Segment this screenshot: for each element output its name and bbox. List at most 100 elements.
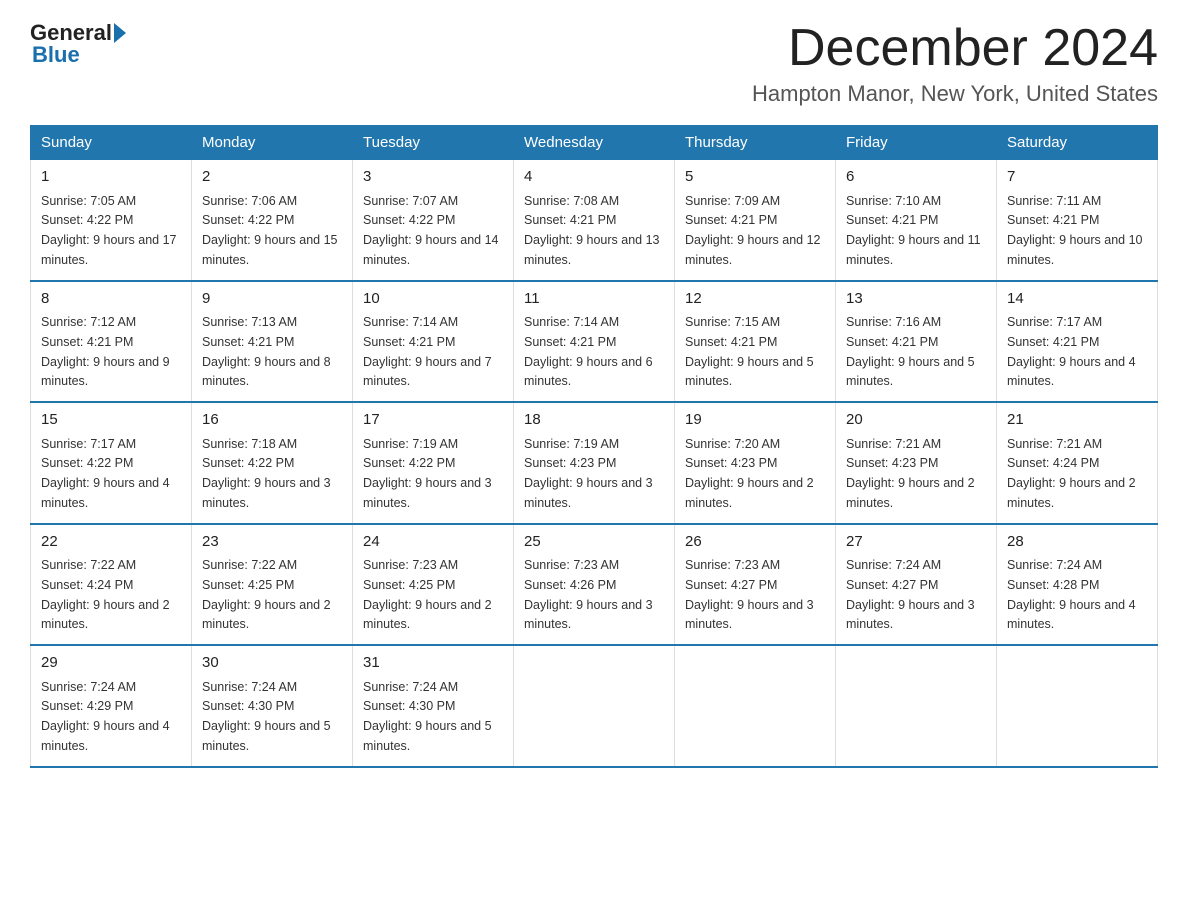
day-number: 5 [685, 166, 825, 189]
day-number: 4 [524, 166, 664, 189]
calendar-cell: 5 Sunrise: 7:09 AMSunset: 4:21 PMDaylight… [675, 160, 836, 281]
calendar-header-row: SundayMondayTuesdayWednesdayThursdayFrid… [31, 126, 1158, 160]
day-info: Sunrise: 7:24 AMSunset: 4:28 PMDaylight:… [1007, 558, 1136, 631]
day-info: Sunrise: 7:23 AMSunset: 4:27 PMDaylight:… [685, 558, 814, 631]
day-number: 27 [846, 531, 986, 554]
day-info: Sunrise: 7:08 AMSunset: 4:21 PMDaylight:… [524, 194, 660, 267]
day-number: 31 [363, 652, 503, 675]
location-title: Hampton Manor, New York, United States [752, 81, 1158, 107]
title-area: December 2024 Hampton Manor, New York, U… [752, 20, 1158, 107]
day-number: 22 [41, 531, 181, 554]
logo: General Blue [30, 20, 126, 68]
day-number: 14 [1007, 288, 1147, 311]
calendar-cell: 19 Sunrise: 7:20 AMSunset: 4:23 PMDayligh… [675, 402, 836, 524]
day-info: Sunrise: 7:23 AMSunset: 4:26 PMDaylight:… [524, 558, 653, 631]
day-number: 6 [846, 166, 986, 189]
calendar-cell: 28 Sunrise: 7:24 AMSunset: 4:28 PMDayligh… [997, 524, 1158, 646]
day-of-week-header: Thursday [675, 126, 836, 160]
day-number: 13 [846, 288, 986, 311]
day-number: 18 [524, 409, 664, 432]
day-number: 8 [41, 288, 181, 311]
day-number: 1 [41, 166, 181, 189]
month-title: December 2024 [752, 20, 1158, 77]
calendar-cell: 17 Sunrise: 7:19 AMSunset: 4:22 PMDayligh… [353, 402, 514, 524]
day-info: Sunrise: 7:13 AMSunset: 4:21 PMDaylight:… [202, 315, 331, 388]
day-of-week-header: Saturday [997, 126, 1158, 160]
day-number: 3 [363, 166, 503, 189]
day-of-week-header: Friday [836, 126, 997, 160]
calendar-cell: 10 Sunrise: 7:14 AMSunset: 4:21 PMDayligh… [353, 281, 514, 403]
header: General Blue December 2024 Hampton Manor… [30, 20, 1158, 107]
day-info: Sunrise: 7:07 AMSunset: 4:22 PMDaylight:… [363, 194, 499, 267]
day-of-week-header: Wednesday [514, 126, 675, 160]
calendar-cell: 13 Sunrise: 7:16 AMSunset: 4:21 PMDayligh… [836, 281, 997, 403]
day-info: Sunrise: 7:16 AMSunset: 4:21 PMDaylight:… [846, 315, 975, 388]
day-number: 20 [846, 409, 986, 432]
day-number: 16 [202, 409, 342, 432]
calendar-cell: 14 Sunrise: 7:17 AMSunset: 4:21 PMDayligh… [997, 281, 1158, 403]
day-number: 2 [202, 166, 342, 189]
day-info: Sunrise: 7:09 AMSunset: 4:21 PMDaylight:… [685, 194, 821, 267]
day-number: 11 [524, 288, 664, 311]
calendar-cell [836, 645, 997, 767]
day-info: Sunrise: 7:19 AMSunset: 4:22 PMDaylight:… [363, 437, 492, 510]
day-info: Sunrise: 7:11 AMSunset: 4:21 PMDaylight:… [1007, 194, 1143, 267]
day-info: Sunrise: 7:06 AMSunset: 4:22 PMDaylight:… [202, 194, 338, 267]
day-number: 24 [363, 531, 503, 554]
calendar-cell [675, 645, 836, 767]
calendar-cell: 30Sunrise: 7:24 AMSunset: 4:30 PMDayligh… [192, 645, 353, 767]
day-number: 7 [1007, 166, 1147, 189]
day-info: Sunrise: 7:15 AMSunset: 4:21 PMDaylight:… [685, 315, 814, 388]
calendar-cell: 29 Sunrise: 7:24 AMSunset: 4:29 PMDayligh… [31, 645, 192, 767]
day-number: 10 [363, 288, 503, 311]
day-info: Sunrise: 7:22 AMSunset: 4:24 PMDaylight:… [41, 558, 170, 631]
calendar-cell: 9 Sunrise: 7:13 AMSunset: 4:21 PMDaylight… [192, 281, 353, 403]
day-info: Sunrise: 7:24 AMSunset: 4:27 PMDaylight:… [846, 558, 975, 631]
day-of-week-header: Monday [192, 126, 353, 160]
day-info: Sunrise: 7:21 AMSunset: 4:23 PMDaylight:… [846, 437, 975, 510]
day-number: 28 [1007, 531, 1147, 554]
day-info: Sunrise: 7:19 AMSunset: 4:23 PMDaylight:… [524, 437, 653, 510]
day-of-week-header: Sunday [31, 126, 192, 160]
day-number: 29 [41, 652, 181, 675]
day-number: 23 [202, 531, 342, 554]
day-info: Sunrise: 7:17 AMSunset: 4:22 PMDaylight:… [41, 437, 170, 510]
calendar-cell: 24 Sunrise: 7:23 AMSunset: 4:25 PMDayligh… [353, 524, 514, 646]
calendar-cell: 1Sunrise: 7:05 AMSunset: 4:22 PMDaylight… [31, 160, 192, 281]
calendar-cell: 2 Sunrise: 7:06 AMSunset: 4:22 PMDaylight… [192, 160, 353, 281]
day-number: 26 [685, 531, 825, 554]
calendar-cell: 6 Sunrise: 7:10 AMSunset: 4:21 PMDaylight… [836, 160, 997, 281]
calendar-week-row: 29 Sunrise: 7:24 AMSunset: 4:29 PMDayligh… [31, 645, 1158, 767]
calendar-cell: 27 Sunrise: 7:24 AMSunset: 4:27 PMDayligh… [836, 524, 997, 646]
day-info: Sunrise: 7:24 AMSunset: 4:29 PMDaylight:… [41, 680, 170, 753]
day-number: 9 [202, 288, 342, 311]
day-info: Sunrise: 7:18 AMSunset: 4:22 PMDaylight:… [202, 437, 331, 510]
day-info: Sunrise: 7:10 AMSunset: 4:21 PMDaylight:… [846, 194, 981, 267]
day-number: 19 [685, 409, 825, 432]
day-info: Sunrise: 7:14 AMSunset: 4:21 PMDaylight:… [363, 315, 492, 388]
calendar-week-row: 8 Sunrise: 7:12 AMSunset: 4:21 PMDaylight… [31, 281, 1158, 403]
calendar-week-row: 1Sunrise: 7:05 AMSunset: 4:22 PMDaylight… [31, 160, 1158, 281]
calendar-cell: 25Sunrise: 7:23 AMSunset: 4:26 PMDayligh… [514, 524, 675, 646]
calendar-week-row: 15 Sunrise: 7:17 AMSunset: 4:22 PMDayligh… [31, 402, 1158, 524]
day-info: Sunrise: 7:17 AMSunset: 4:21 PMDaylight:… [1007, 315, 1136, 388]
calendar-cell: 18 Sunrise: 7:19 AMSunset: 4:23 PMDayligh… [514, 402, 675, 524]
day-number: 21 [1007, 409, 1147, 432]
day-number: 15 [41, 409, 181, 432]
day-of-week-header: Tuesday [353, 126, 514, 160]
calendar-cell: 20 Sunrise: 7:21 AMSunset: 4:23 PMDayligh… [836, 402, 997, 524]
day-number: 30 [202, 652, 342, 675]
day-info: Sunrise: 7:20 AMSunset: 4:23 PMDaylight:… [685, 437, 814, 510]
day-info: Sunrise: 7:14 AMSunset: 4:21 PMDaylight:… [524, 315, 653, 388]
day-number: 17 [363, 409, 503, 432]
logo-triangle-icon [114, 23, 126, 43]
calendar-cell: 26 Sunrise: 7:23 AMSunset: 4:27 PMDayligh… [675, 524, 836, 646]
calendar-table: SundayMondayTuesdayWednesdayThursdayFrid… [30, 125, 1158, 768]
calendar-cell: 21Sunrise: 7:21 AMSunset: 4:24 PMDayligh… [997, 402, 1158, 524]
calendar-cell: 4 Sunrise: 7:08 AMSunset: 4:21 PMDaylight… [514, 160, 675, 281]
day-info: Sunrise: 7:23 AMSunset: 4:25 PMDaylight:… [363, 558, 492, 631]
calendar-cell: 3 Sunrise: 7:07 AMSunset: 4:22 PMDaylight… [353, 160, 514, 281]
calendar-cell: 22 Sunrise: 7:22 AMSunset: 4:24 PMDayligh… [31, 524, 192, 646]
calendar-week-row: 22 Sunrise: 7:22 AMSunset: 4:24 PMDayligh… [31, 524, 1158, 646]
day-info: Sunrise: 7:12 AMSunset: 4:21 PMDaylight:… [41, 315, 170, 388]
